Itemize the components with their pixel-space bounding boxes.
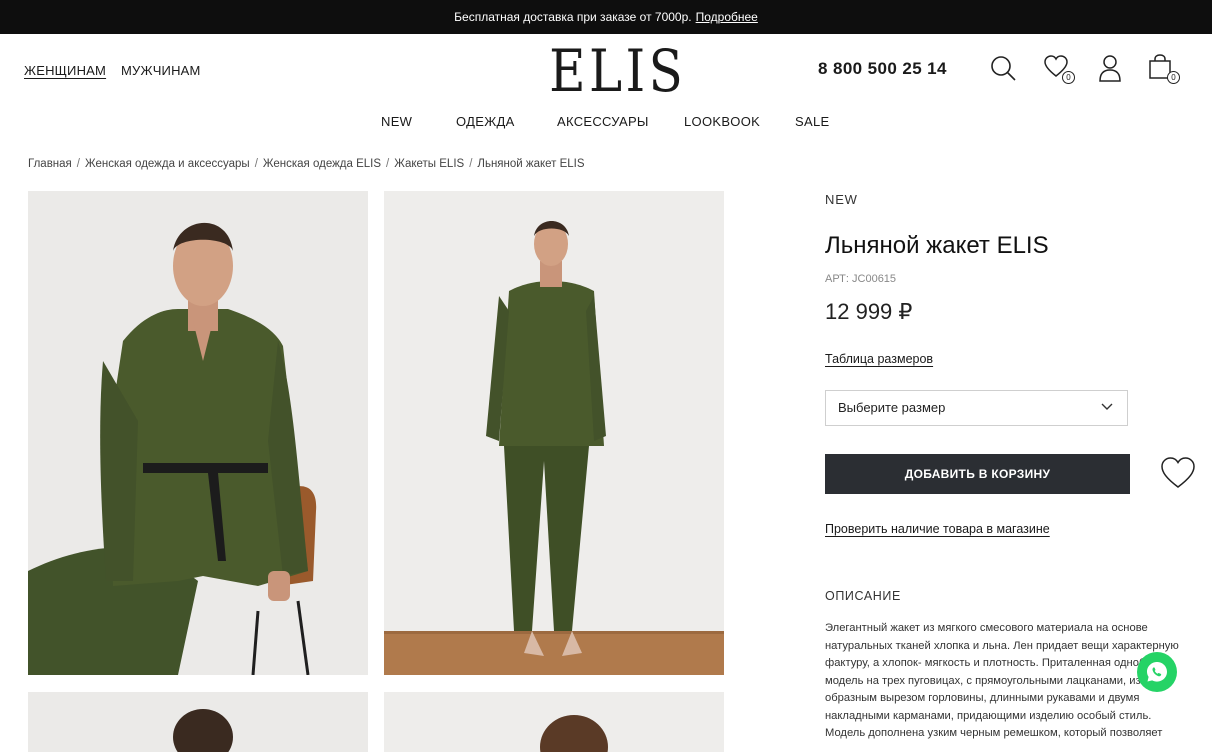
- add-to-wishlist-button[interactable]: [1160, 456, 1196, 495]
- description-line: фактуру, а хлопок- мягкость и плотность.…: [825, 657, 1158, 669]
- user-icon[interactable]: [1097, 54, 1127, 84]
- nav-sale[interactable]: SALE: [795, 114, 829, 129]
- whatsapp-icon: [1147, 662, 1167, 682]
- product-photo-2[interactable]: [384, 191, 724, 675]
- logo[interactable]: ELIS: [549, 38, 683, 104]
- breadcrumb-separator: /: [76, 158, 80, 170]
- nav-clothing[interactable]: ОДЕЖДА: [456, 114, 515, 129]
- description-line: модель на трех пуговицах, с прямоугольны…: [825, 674, 1156, 687]
- description-heading: ОПИСАНИЕ: [825, 589, 901, 603]
- main-nav: NEW ОДЕЖДА АКСЕССУАРЫ LOOKBOOK SALE: [0, 114, 1212, 132]
- chevron-down-icon: [1101, 403, 1113, 410]
- breadcrumb-separator: /: [386, 158, 390, 170]
- new-badge: NEW: [825, 192, 858, 207]
- product-photo-1[interactable]: [28, 191, 368, 675]
- phone-number[interactable]: 8 800 500 25 14: [818, 59, 947, 79]
- check-store-link[interactable]: Проверить наличие товара в магазине: [825, 522, 1050, 536]
- promo-text: Бесплатная доставка при заказе от 7000р.: [454, 10, 692, 24]
- breadcrumb-item[interactable]: Женская одежда ELIS: [263, 158, 381, 170]
- nav-men[interactable]: МУЖЧИНАМ: [121, 63, 201, 78]
- size-table-link[interactable]: Таблица размеров: [825, 352, 933, 366]
- promo-link[interactable]: Подробнее: [696, 10, 758, 24]
- description-text: Элегантный жакет из мягкого смесового ма…: [825, 620, 1179, 743]
- nav-women[interactable]: ЖЕНЩИНАМ: [24, 63, 106, 78]
- cart-button[interactable]: 0: [1148, 54, 1180, 84]
- description-line: накладными карманами, придающими изделию…: [825, 709, 1152, 722]
- product-article: АРТ: JC00615: [825, 273, 897, 285]
- nav-lookbook[interactable]: LOOKBOOK: [684, 114, 760, 129]
- whatsapp-button[interactable]: [1137, 652, 1177, 692]
- breadcrumb-separator: /: [254, 158, 258, 170]
- description-line: образным вырезом горловины, длинными рук…: [825, 692, 1140, 704]
- search-icon[interactable]: [989, 54, 1019, 84]
- size-select[interactable]: Выберите размер: [825, 390, 1128, 426]
- add-to-cart-button[interactable]: ДОБАВИТЬ В КОРЗИНУ: [825, 454, 1130, 494]
- wishlist-count: 0: [1062, 71, 1075, 84]
- nav-accessories[interactable]: АКСЕССУАРЫ: [557, 114, 649, 129]
- size-select-value: Выберите размер: [838, 400, 946, 415]
- breadcrumb-item[interactable]: Жакеты ELIS: [394, 158, 464, 170]
- promo-bar: Бесплатная доставка при заказе от 7000р.…: [0, 0, 1212, 34]
- cart-count: 0: [1167, 71, 1180, 84]
- description-line: Элегантный жакет из мягкого смесового ма…: [825, 622, 1148, 634]
- product-photo-4[interactable]: [384, 692, 724, 752]
- breadcrumb-separator: /: [469, 158, 473, 170]
- product-photo-3[interactable]: [28, 692, 368, 752]
- site-header: ЖЕНЩИНАМ МУЖЧИНАМ ELIS 8 800 500 25 14 0…: [0, 34, 1212, 106]
- wishlist-button[interactable]: 0: [1043, 54, 1075, 84]
- heart-icon: [1161, 457, 1195, 488]
- description-line: натуральных тканей хлопка и льна. Лен пр…: [825, 639, 1179, 652]
- breadcrumb-current: Льняной жакет ELIS: [477, 158, 585, 170]
- description-line: Модель дополнена узким черным ремешком, …: [825, 727, 1163, 739]
- nav-new[interactable]: NEW: [381, 114, 412, 129]
- product-title: Льняной жакет ELIS: [825, 232, 1049, 259]
- breadcrumb-item[interactable]: Женская одежда и аксессуары: [85, 158, 250, 170]
- breadcrumb: Главная / Женская одежда и аксессуары / Же…: [28, 158, 585, 170]
- breadcrumb-item[interactable]: Главная: [28, 158, 72, 170]
- product-price: 12 999 ₽: [825, 299, 913, 324]
